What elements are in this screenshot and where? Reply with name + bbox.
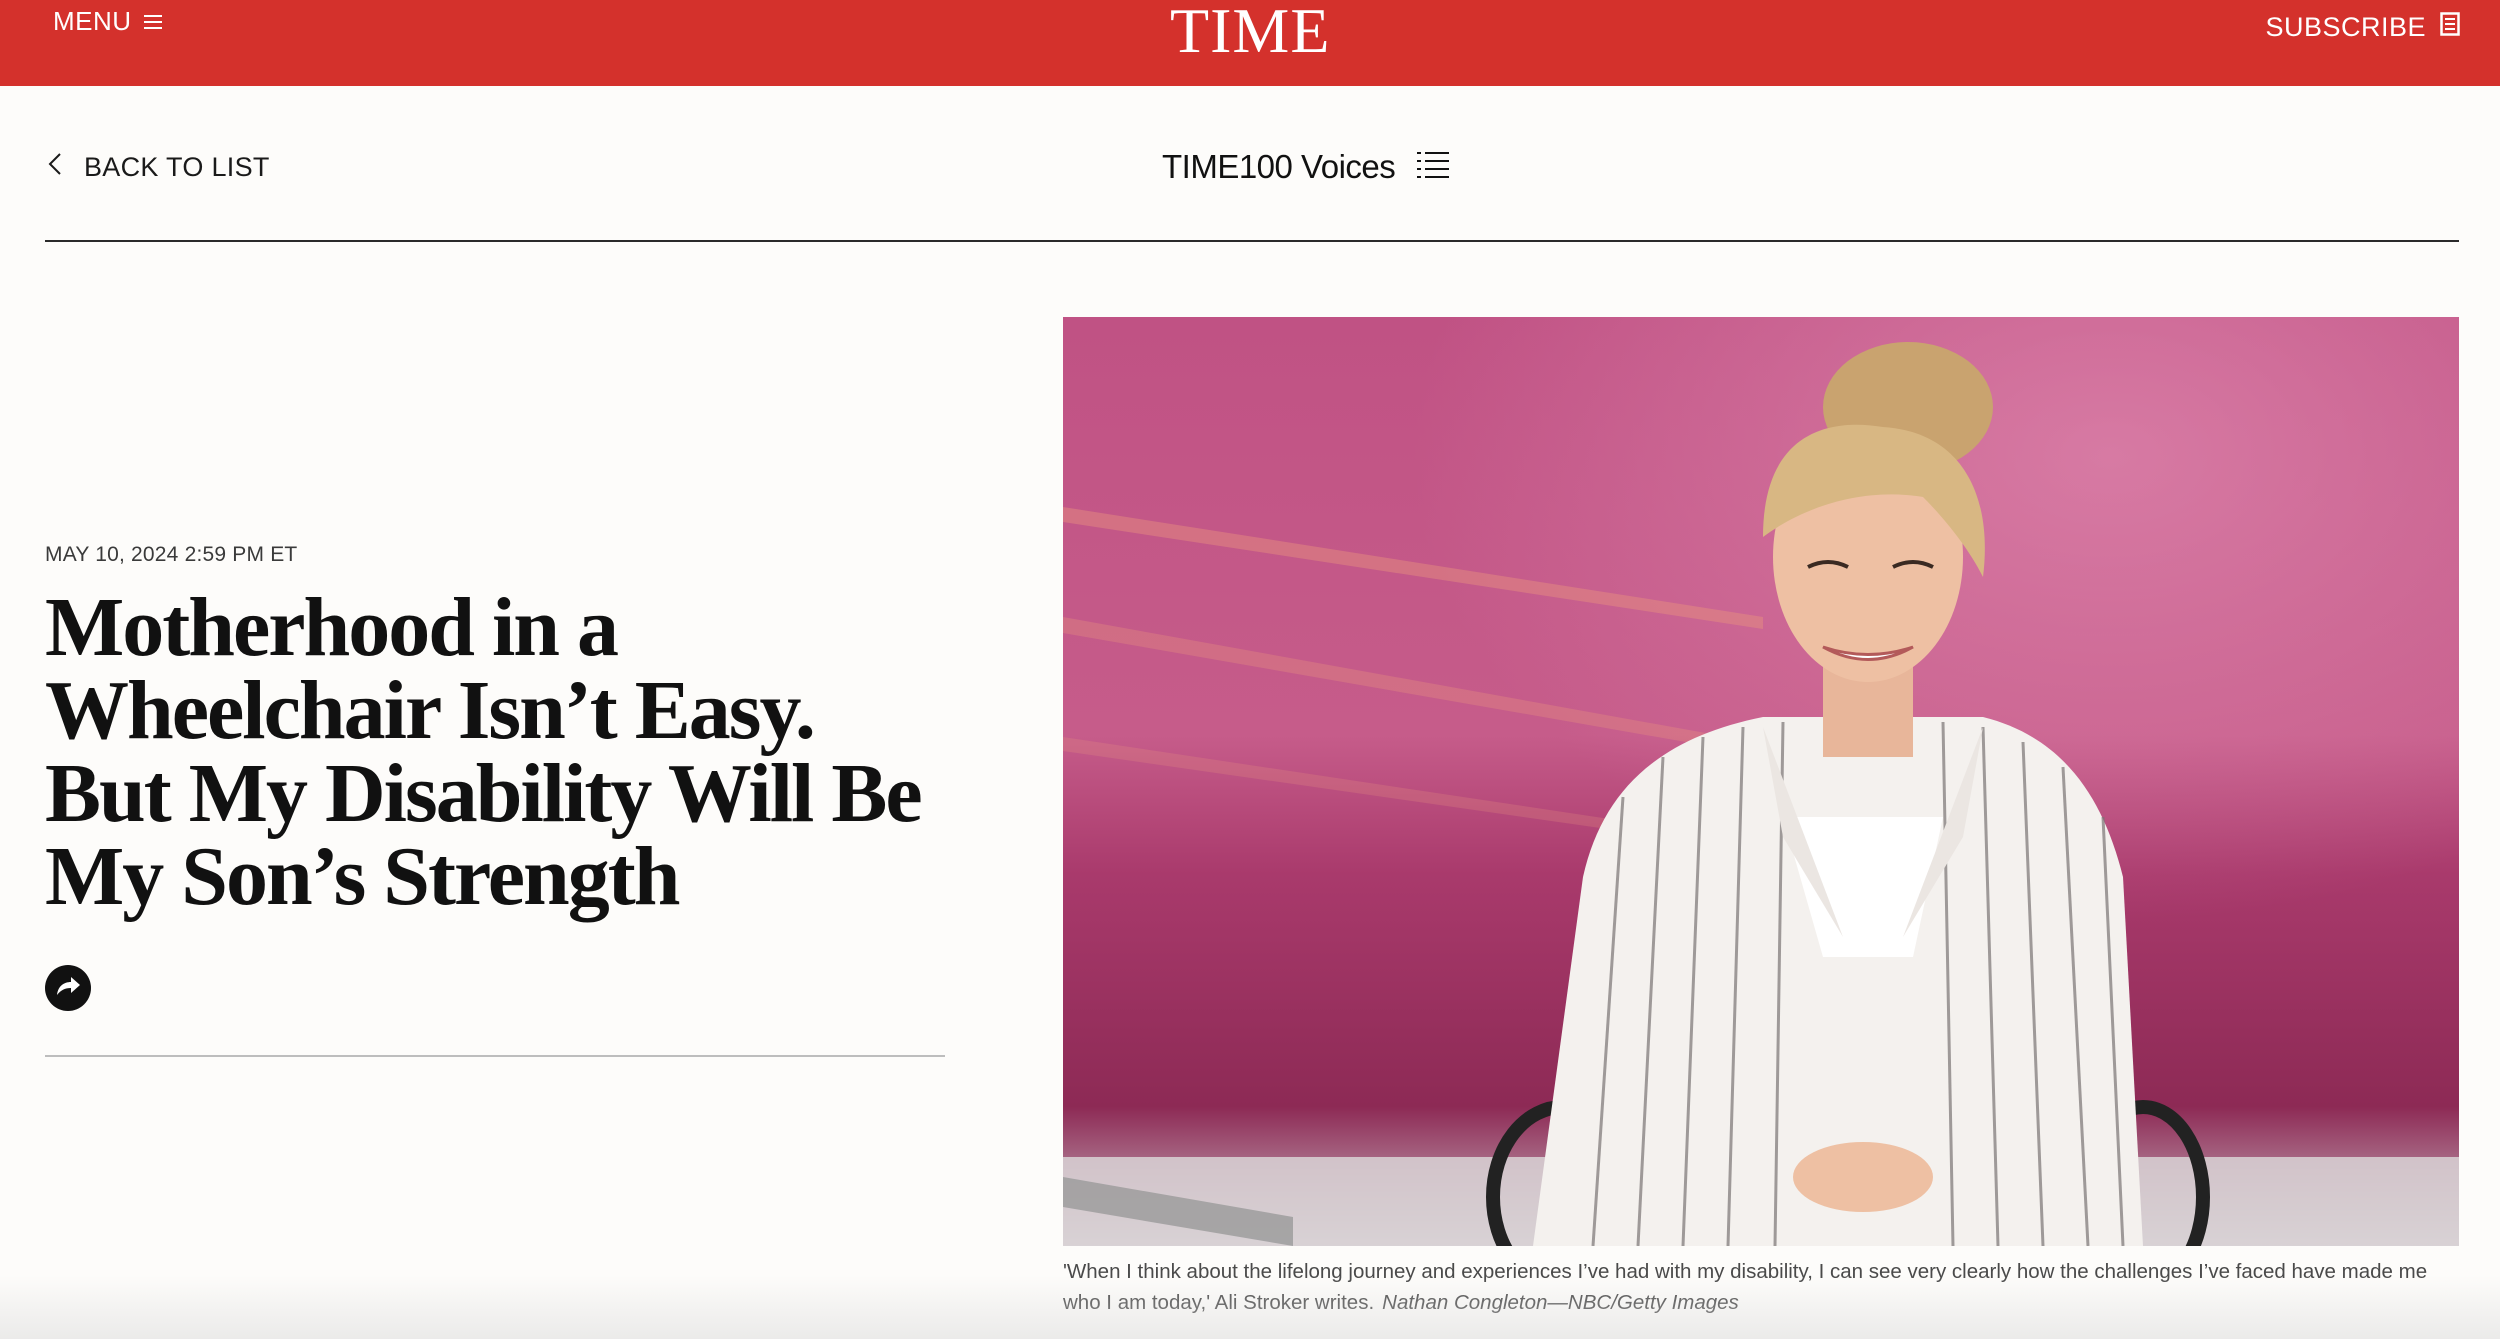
section-list-toggle[interactable]: TIME100 Voices [1162, 148, 1450, 186]
subscribe-label: SUBSCRIBE [2265, 12, 2426, 42]
nav-divider [45, 240, 2459, 242]
headline-divider [45, 1055, 945, 1057]
subscribe-button[interactable]: SUBSCRIBE [2265, 12, 2460, 43]
photo-caption: 'When I think about the lifelong journey… [1063, 1256, 2459, 1318]
article-headline: Motherhood in a Wheelchair Isn’t Easy. B… [45, 581, 923, 923]
article-dateline: MAY 10, 2024 2:59 PM ET [45, 543, 298, 566]
back-to-list-label: BACK TO LIST [84, 152, 270, 182]
hero-photo [1063, 317, 2459, 1246]
share-button[interactable] [45, 965, 91, 1011]
photo-credit: Nathan Congleton—NBC/Getty Images [1382, 1291, 1739, 1314]
magazine-icon [2440, 12, 2460, 43]
list-icon [1417, 150, 1450, 185]
chevron-left-icon [48, 152, 62, 183]
caption-text: 'When I think about the lifelong journey… [1063, 1260, 2428, 1314]
back-to-list-link[interactable]: BACK TO LIST [48, 152, 270, 183]
site-header: MENU TIME SUBSCRIBE [0, 0, 2500, 86]
menu-button[interactable]: MENU [53, 6, 162, 37]
time-logo[interactable]: TIME [1170, 0, 1330, 68]
section-title: TIME100 Voices [1162, 148, 1396, 185]
menu-label: MENU [53, 6, 132, 36]
hamburger-icon [143, 14, 162, 29]
share-arrow-icon [54, 974, 82, 1003]
